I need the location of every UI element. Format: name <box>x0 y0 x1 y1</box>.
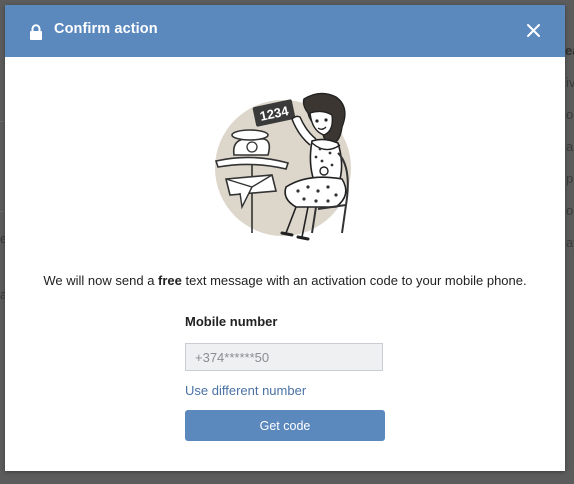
dialog-title: Confirm action <box>54 21 158 37</box>
message-prefix: We will now send a <box>43 273 159 288</box>
background-text: ea <box>565 43 574 58</box>
close-icon[interactable] <box>526 23 541 38</box>
woman-with-phone-illustration: 1234 <box>214 92 351 241</box>
confirm-action-dialog: Confirm action 1234 We will now send a f… <box>5 5 565 471</box>
background-text: ay <box>566 235 574 250</box>
background-text: p <box>566 171 574 186</box>
mobile-number-label: Mobile number <box>185 314 278 329</box>
get-code-button[interactable]: Get code <box>185 410 385 441</box>
background-text: iv <box>566 75 574 90</box>
use-different-number-link[interactable]: Use different number <box>185 383 306 398</box>
dialog-header: Confirm action <box>5 5 565 57</box>
background-text: o <box>566 107 574 122</box>
lock-icon <box>30 24 42 40</box>
message-bold-free: free <box>158 273 182 288</box>
background-text: o <box>566 203 574 218</box>
message-suffix: text message with an activation code to … <box>181 273 527 288</box>
instruction-message: We will now send a free text message wit… <box>5 273 565 288</box>
mobile-number-field[interactable] <box>185 343 383 371</box>
background-text: a <box>566 139 574 154</box>
